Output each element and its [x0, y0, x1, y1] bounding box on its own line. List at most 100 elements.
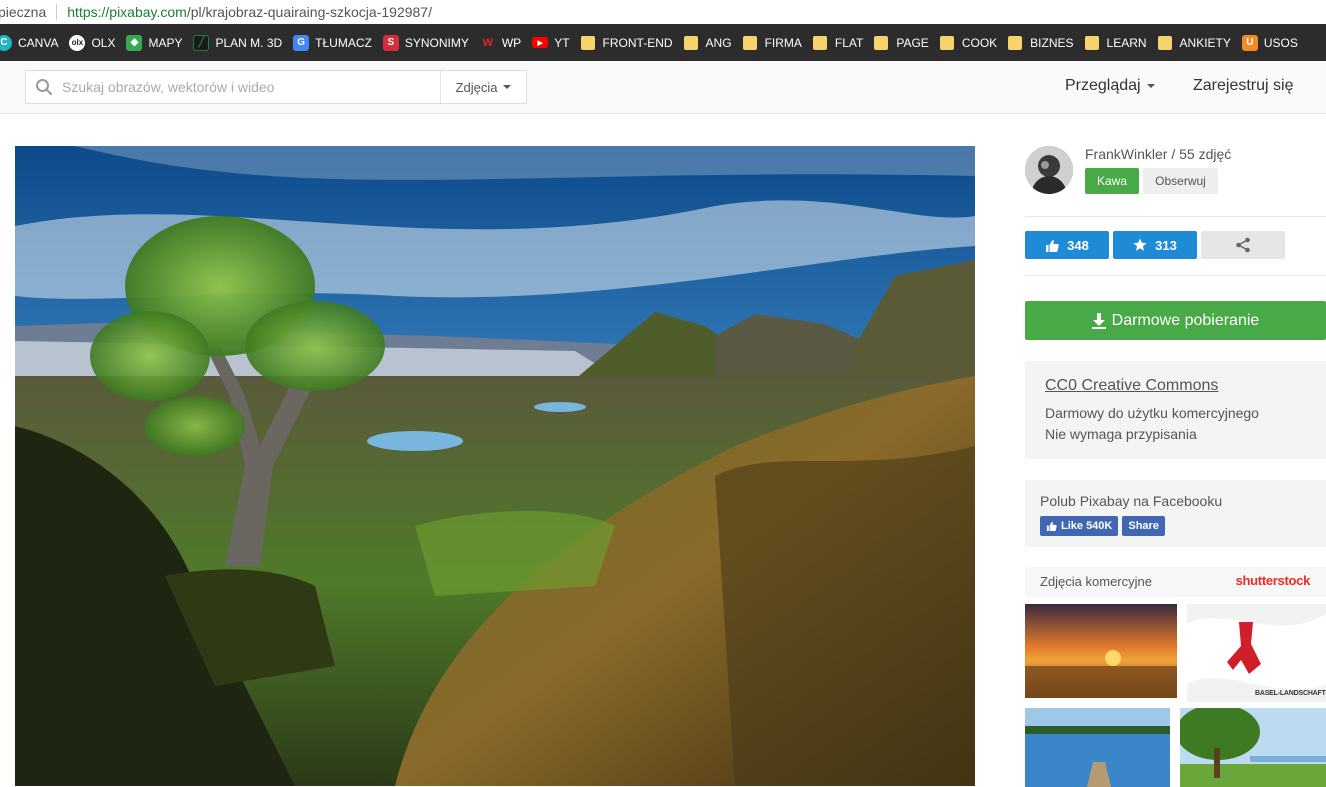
star-icon — [1133, 238, 1147, 251]
download-label: Darmowe pobieranie — [1111, 311, 1260, 329]
bookmark-label: OLX — [91, 35, 116, 50]
bookmark-item[interactable]: olx OLX — [69, 34, 116, 51]
search-input[interactable] — [62, 72, 432, 102]
bookmark-item[interactable]: FLAT — [812, 35, 864, 50]
bookmark-item[interactable]: FIRMA — [742, 35, 802, 50]
bookmark-item[interactable]: PAGE — [874, 35, 929, 50]
bookmark-label: USOS — [1263, 35, 1298, 50]
media-type-label: Zdjęcia — [455, 79, 498, 95]
flag-caption: BASEL-LANDSCHAFT — [1255, 690, 1326, 697]
bookmark-label: CANVA — [18, 35, 59, 50]
coffee-button[interactable]: Kawa — [1085, 168, 1139, 194]
bookmark-item[interactable]: S SYNONIMY — [382, 34, 469, 51]
thumbnail-flag[interactable]: BASEL-LANDSCHAFT — [1187, 604, 1326, 702]
chevron-down-icon — [1146, 84, 1155, 88]
flag-image — [1187, 604, 1326, 702]
bookmark-item[interactable]: ANG — [683, 35, 732, 50]
share-button[interactable] — [1201, 231, 1285, 259]
divider — [1025, 275, 1326, 276]
url-host: https://pixabay.com — [67, 4, 187, 20]
thumbs-up-icon — [1046, 239, 1059, 252]
bookmark-label: LEARN — [1106, 35, 1147, 50]
canva-icon: C — [0, 34, 12, 51]
site-header: Zdjęcia Przeglądaj Zarejestruj się — [0, 61, 1326, 114]
bookmark-label: COOK — [961, 35, 998, 50]
author-name[interactable]: FrankWinkler / 55 zdjęć — [1085, 146, 1231, 162]
bookmark-label: SYNONIMY — [404, 35, 469, 50]
folder-icon — [812, 35, 827, 50]
bookmark-label: FLAT — [834, 35, 864, 50]
bookmark-item[interactable]: C CANVA — [0, 34, 59, 51]
bookmark-label: ANKIETY — [1179, 35, 1231, 50]
media-type-select[interactable]: Zdjęcia — [440, 71, 526, 103]
bookmark-label: WP — [501, 35, 522, 50]
address-bar[interactable]: pieczna https://pixabay.com/pl/krajobraz… — [0, 0, 1326, 24]
search-icon[interactable] — [26, 71, 62, 103]
thumbnail-tree[interactable] — [1180, 708, 1326, 787]
favorite-count: 313 — [1155, 237, 1177, 253]
landscape-image — [15, 146, 975, 786]
bookmark-label: MAPY — [148, 35, 183, 50]
maps-icon: ◆ — [126, 34, 143, 51]
facebook-box: Polub Pixabay na Facebooku Like 540K Sha… — [1025, 480, 1326, 547]
like-button[interactable]: 348 — [1025, 231, 1109, 259]
commercial-label: Zdjęcia komercyjne — [1040, 574, 1152, 589]
bookmark-label: FIRMA — [764, 35, 802, 50]
bookmark-item[interactable]: U USOS — [1241, 34, 1298, 51]
bookmark-label: PAGE — [896, 35, 929, 50]
url-path: /pl/krajobraz-quairaing-szkocja-192987/ — [186, 4, 432, 20]
bookmark-item[interactable]: LEARN — [1084, 35, 1147, 50]
follow-button[interactable]: Obserwuj — [1143, 168, 1218, 194]
thumbs-up-icon — [1046, 521, 1057, 531]
wp-icon: W — [482, 36, 494, 49]
license-link[interactable]: CC0 Creative Commons — [1045, 377, 1306, 395]
bookmark-item[interactable]: COOK — [939, 35, 998, 50]
folder-icon — [742, 35, 757, 50]
youtube-icon: ▶ — [532, 37, 549, 48]
chevron-down-icon — [503, 85, 512, 89]
bookmark-label: YT — [554, 35, 570, 50]
security-label: pieczna — [0, 4, 47, 20]
bookmark-item[interactable]: FRONT-END — [580, 35, 673, 50]
bookmark-label: PLAN M. 3D — [215, 35, 283, 50]
shutterstock-logo[interactable]: shutterstock — [1236, 573, 1311, 588]
folder-icon — [683, 35, 698, 50]
bookmark-item[interactable]: ▶ YT — [532, 35, 570, 50]
search-box: Zdjęcia — [25, 70, 527, 104]
lake-image — [1025, 708, 1170, 787]
olx-icon: olx — [69, 34, 86, 51]
facebook-like-label: Like 540K — [1061, 520, 1113, 532]
bookmark-item[interactable]: BIZNES — [1008, 35, 1074, 50]
bookmark-item[interactable]: ANKIETY — [1157, 35, 1231, 50]
folder-icon — [1008, 35, 1023, 50]
download-icon — [1091, 312, 1106, 329]
avatar[interactable] — [1025, 146, 1073, 194]
translate-icon: G — [293, 34, 310, 51]
address-divider — [56, 4, 58, 20]
license-box: CC0 Creative Commons Darmowy do użytku k… — [1025, 361, 1326, 459]
folder-icon — [939, 35, 954, 50]
favorite-button[interactable]: 313 — [1113, 231, 1197, 259]
bookmark-item[interactable]: W WP — [480, 35, 522, 51]
bookmark-item[interactable]: ◆ MAPY — [126, 34, 183, 51]
bookmarks-bar: C CANVA olx OLX ◆ MAPY ╱ PLAN M. 3D G TŁUMACZ S SYN… — [0, 24, 1326, 61]
bookmark-label: FRONT-END — [602, 35, 673, 50]
register-link[interactable]: Zarejestruj się — [1193, 77, 1293, 95]
divider — [1025, 216, 1326, 217]
facebook-share-button[interactable]: Share — [1122, 516, 1165, 536]
facebook-like-button[interactable]: Like 540K — [1040, 516, 1119, 536]
download-button[interactable]: Darmowe pobieranie — [1025, 301, 1326, 340]
bookmark-item[interactable]: ╱ PLAN M. 3D — [193, 34, 283, 51]
thumbnail-lake[interactable] — [1025, 708, 1170, 787]
folder-icon — [580, 35, 595, 50]
browse-label: Przeglądaj — [1065, 77, 1141, 94]
thumbnail-sunset[interactable] — [1025, 604, 1177, 698]
facebook-text: Polub Pixabay na Facebooku — [1040, 493, 1223, 509]
main-photo[interactable] — [15, 146, 975, 786]
bookmark-item[interactable]: G TŁUMACZ — [293, 34, 372, 51]
bookmark-label: TŁUMACZ — [315, 35, 372, 50]
tree-image — [1180, 708, 1326, 787]
browse-menu[interactable]: Przeglądaj — [1065, 77, 1155, 95]
share-icon — [1236, 237, 1250, 253]
url-text[interactable]: https://pixabay.com/pl/krajobraz-quairai… — [67, 4, 432, 20]
